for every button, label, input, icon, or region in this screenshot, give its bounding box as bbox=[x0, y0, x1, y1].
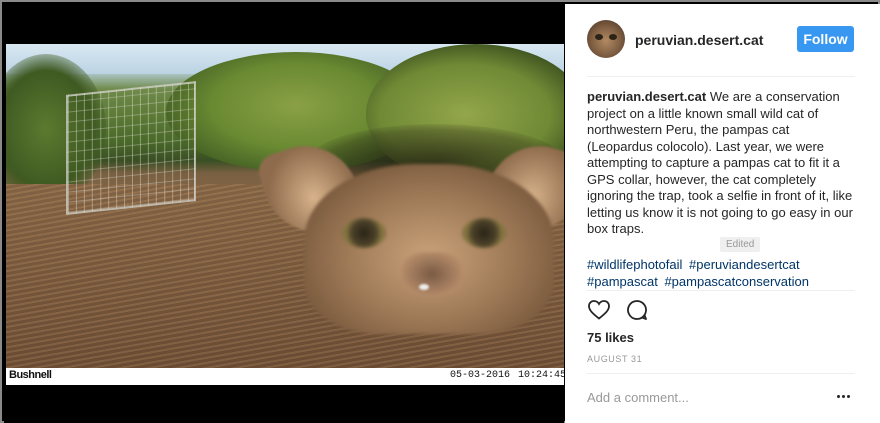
hashtag-link[interactable]: #wildlifephotofail bbox=[587, 257, 682, 272]
post-sidebar: peruvian.desert.cat Follow peruvian.dese… bbox=[565, 4, 880, 423]
more-options-icon[interactable] bbox=[837, 392, 853, 400]
post-date[interactable]: AUGUST 31 bbox=[587, 354, 642, 364]
box-trap bbox=[66, 81, 196, 215]
hashtag-link[interactable]: #peruviandesertcat bbox=[689, 257, 800, 272]
username-link[interactable]: peruvian.desert.cat bbox=[635, 32, 763, 48]
cat-eye-right bbox=[462, 218, 506, 248]
avatar[interactable] bbox=[587, 20, 625, 58]
caption-text: We are a conservation project on a littl… bbox=[587, 89, 853, 236]
camera-timestamp-strip: Bushnell 05-03-2016 10:24:45 bbox=[6, 368, 564, 385]
hashtag-link[interactable]: #pampascat bbox=[587, 274, 658, 289]
camera-date: 05-03-2016 bbox=[450, 370, 511, 381]
post-header: peruvian.desert.cat Follow bbox=[565, 4, 880, 76]
divider bbox=[587, 76, 855, 77]
cat-face bbox=[304, 164, 554, 334]
hashtag-list: #wildlifephotofail #peruviandesertcat #p… bbox=[587, 256, 857, 290]
cat-nose bbox=[402, 252, 462, 296]
post-photo-panel: Bushnell 05-03-2016 10:24:45 bbox=[4, 4, 564, 423]
comment-bubble-icon[interactable] bbox=[625, 298, 649, 322]
divider bbox=[587, 290, 855, 291]
cat-nose-highlight bbox=[419, 284, 429, 290]
post-caption: peruvian.desert.cat We are a conservatio… bbox=[587, 89, 857, 238]
edited-badge: Edited bbox=[720, 237, 761, 252]
follow-button[interactable]: Follow bbox=[797, 26, 854, 52]
heart-icon[interactable] bbox=[587, 298, 611, 322]
divider bbox=[587, 373, 855, 374]
post-actions bbox=[587, 298, 649, 326]
camera-time: 10:24:45 bbox=[518, 370, 564, 381]
comment-input[interactable] bbox=[587, 386, 822, 408]
hashtag-link[interactable]: #pampascatconservation bbox=[664, 274, 809, 289]
like-count[interactable]: 75 likes bbox=[587, 330, 634, 345]
window-frame: Bushnell 05-03-2016 10:24:45 peruvian.de… bbox=[0, 0, 880, 423]
cat-eye-left bbox=[342, 218, 386, 248]
camera-brand: Bushnell bbox=[9, 369, 52, 381]
caption-author-link[interactable]: peruvian.desert.cat bbox=[587, 89, 706, 104]
